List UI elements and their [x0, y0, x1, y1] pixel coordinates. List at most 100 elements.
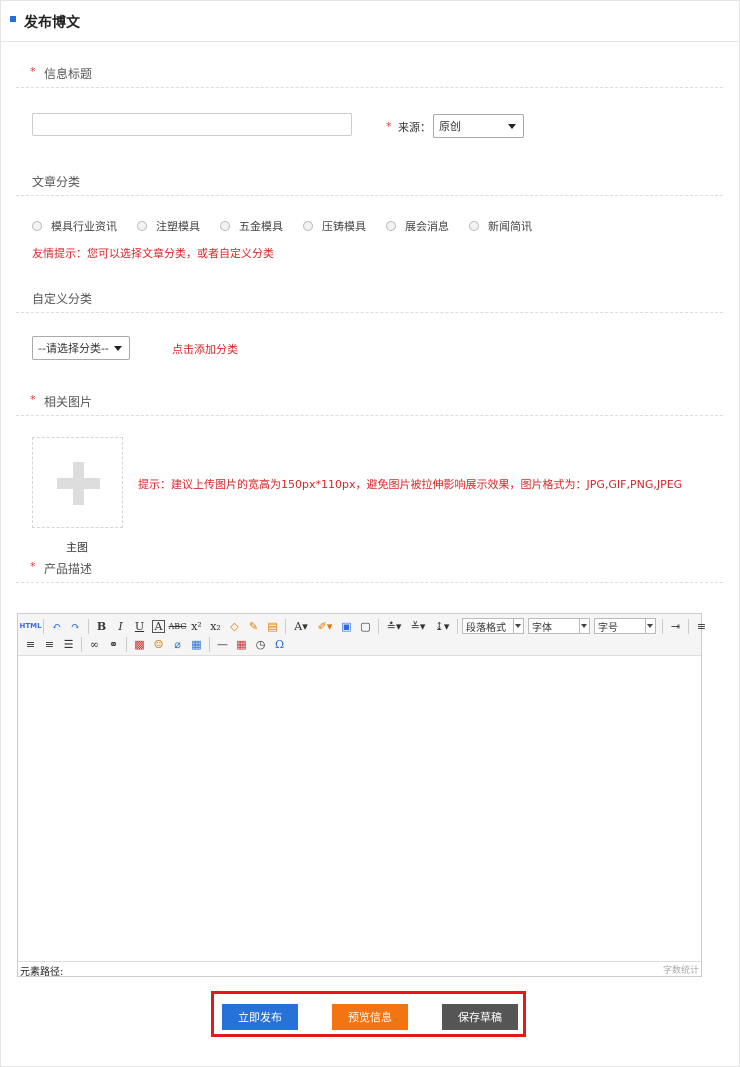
- editor-toolbar: HTML ↶ ↷ B I U A ABC x² x₂ ◇ ✎ ▤ A▾ ✐▾ ▣…: [18, 614, 706, 656]
- bold-icon[interactable]: B: [93, 618, 110, 635]
- chevron-down-icon: [515, 624, 521, 628]
- combo-divider: [579, 619, 580, 633]
- clear-doc-icon[interactable]: ▢: [357, 618, 374, 635]
- toolbar-separator: [285, 618, 286, 634]
- font-border-icon[interactable]: A: [152, 619, 165, 633]
- highlight-icon[interactable]: ✐▾: [314, 618, 336, 635]
- row-spacing-bottom-icon[interactable]: ≚▾: [407, 618, 429, 635]
- section-label-description: 产品描述: [44, 562, 93, 576]
- paste-text-icon[interactable]: ▤: [264, 618, 281, 635]
- gallery-icon[interactable]: ▦: [188, 636, 205, 653]
- source-label: 来源：: [398, 121, 431, 134]
- align-right-icon[interactable]: ≡: [41, 636, 58, 653]
- chevron-down-icon: [114, 346, 122, 351]
- emotion-icon[interactable]: ☺: [150, 636, 167, 653]
- superscript-icon[interactable]: x²: [188, 618, 205, 635]
- word-count-label: 字数统计: [662, 966, 699, 976]
- unlink-icon[interactable]: ⚭: [105, 636, 122, 653]
- toolbar-separator: [662, 618, 663, 634]
- toolbar-row: HTML ↶ ↷ B I U A ABC x² x₂ ◇ ✎ ▤ A▾ ✐▾ ▣…: [19, 617, 712, 635]
- paragraph-format-combo[interactable]: 段落格式: [462, 618, 524, 634]
- title-input[interactable]: [32, 113, 352, 136]
- special-char-icon[interactable]: Ω: [271, 636, 288, 653]
- section-label-custom-category: 自定义分类: [32, 292, 93, 306]
- editor-statusbar: 元素路径: 字数统计: [18, 961, 701, 978]
- align-left-icon[interactable]: ≡: [693, 618, 710, 635]
- undo-icon[interactable]: ↶: [48, 618, 65, 635]
- radio-icon[interactable]: [32, 221, 42, 231]
- section-custom-category: 自定义分类: [16, 287, 723, 313]
- image-icon[interactable]: ▩: [131, 636, 148, 653]
- section-info-title: * 信息标题: [16, 62, 723, 88]
- combo-divider: [513, 619, 514, 633]
- time-icon[interactable]: ◷: [252, 636, 269, 653]
- category-radio-4[interactable]: 展会消息: [386, 218, 449, 234]
- category-radio-3[interactable]: 压铸模具: [303, 218, 366, 234]
- upload-hint: 提示：建议上传图片的宽高为150px*110px，避免图片被拉伸影响展示效果，图…: [138, 478, 683, 491]
- radio-label: 展会消息: [405, 220, 449, 233]
- format-brush-icon[interactable]: ✎: [245, 618, 262, 635]
- radio-label: 注塑模具: [156, 220, 200, 233]
- toolbar-separator: [688, 618, 689, 634]
- radio-icon[interactable]: [220, 221, 230, 231]
- underline-icon[interactable]: U: [131, 618, 148, 635]
- preview-button[interactable]: 预览信息: [332, 1004, 408, 1030]
- toolbar-separator: [126, 636, 127, 652]
- font-size-combo[interactable]: 字号: [594, 618, 656, 634]
- publish-button[interactable]: 立即发布: [222, 1004, 298, 1030]
- align-center-icon[interactable]: ≡: [22, 636, 39, 653]
- main-image-label: 主图: [66, 541, 88, 554]
- chevron-down-icon: [647, 624, 653, 628]
- italic-icon[interactable]: I: [112, 618, 129, 635]
- section-label-images: 相关图片: [44, 395, 93, 409]
- category-radio-5[interactable]: 新闻简讯: [469, 218, 532, 234]
- radio-label: 新闻简讯: [488, 220, 532, 233]
- combo-divider: [645, 619, 646, 633]
- combo-label: 字体: [532, 622, 552, 634]
- source-select[interactable]: 原创: [433, 114, 524, 138]
- font-color-icon[interactable]: A▾: [290, 618, 312, 635]
- category-radio-0[interactable]: 模具行业资讯: [32, 218, 117, 234]
- eraser-icon[interactable]: ◇: [226, 618, 243, 635]
- subscript-icon[interactable]: x₂: [207, 618, 224, 635]
- justify-icon[interactable]: ☰: [60, 636, 77, 653]
- section-label-info-title: 信息标题: [44, 67, 93, 81]
- indent-icon[interactable]: ⇥: [667, 618, 684, 635]
- radio-icon[interactable]: [303, 221, 313, 231]
- radio-label: 模具行业资讯: [51, 220, 117, 233]
- link-icon[interactable]: ∞: [86, 636, 103, 653]
- required-star: *: [30, 560, 36, 573]
- row-spacing-top-icon[interactable]: ≛▾: [383, 618, 405, 635]
- strikethrough-icon[interactable]: ABC: [169, 618, 187, 635]
- toolbar-separator: [81, 636, 82, 652]
- image-upload-box[interactable]: [32, 437, 123, 528]
- custom-category-value: --请选择分类--: [38, 342, 109, 355]
- rich-text-editor: HTML ↶ ↷ B I U A ABC x² x₂ ◇ ✎ ▤ A▾ ✐▾ ▣…: [17, 613, 706, 978]
- date-icon[interactable]: ▦: [233, 636, 250, 653]
- category-radio-2[interactable]: 五金模具: [220, 218, 283, 234]
- redo-icon[interactable]: ↷: [67, 618, 84, 635]
- plus-icon: [73, 462, 84, 505]
- radio-icon[interactable]: [386, 221, 396, 231]
- line-height-icon[interactable]: ↨▾: [431, 618, 453, 635]
- category-radio-1[interactable]: 注塑模具: [137, 218, 200, 234]
- add-category-link[interactable]: 点击添加分类: [172, 341, 238, 357]
- save-draft-button[interactable]: 保存草稿: [442, 1004, 518, 1030]
- attachment-icon[interactable]: ⌀: [169, 636, 186, 653]
- html-icon[interactable]: HTML: [19, 618, 41, 635]
- font-family-combo[interactable]: 字体: [528, 618, 590, 634]
- combo-label: 字号: [598, 622, 618, 634]
- custom-category-select[interactable]: --请选择分类--: [32, 336, 130, 360]
- toolbar-separator: [457, 618, 458, 634]
- toolbar-separator: [88, 618, 89, 634]
- radio-icon[interactable]: [469, 221, 479, 231]
- select-all-icon[interactable]: ▣: [338, 618, 355, 635]
- radio-icon[interactable]: [137, 221, 147, 231]
- horizontal-rule-icon[interactable]: —: [214, 636, 231, 653]
- editor-content-area[interactable]: [18, 656, 701, 962]
- combo-label: 段落格式: [466, 622, 506, 634]
- toolbar-separator: [43, 618, 44, 634]
- chevron-down-icon: [508, 124, 516, 129]
- page-title: 发布博文: [24, 15, 80, 31]
- title-marker-icon: [10, 16, 16, 22]
